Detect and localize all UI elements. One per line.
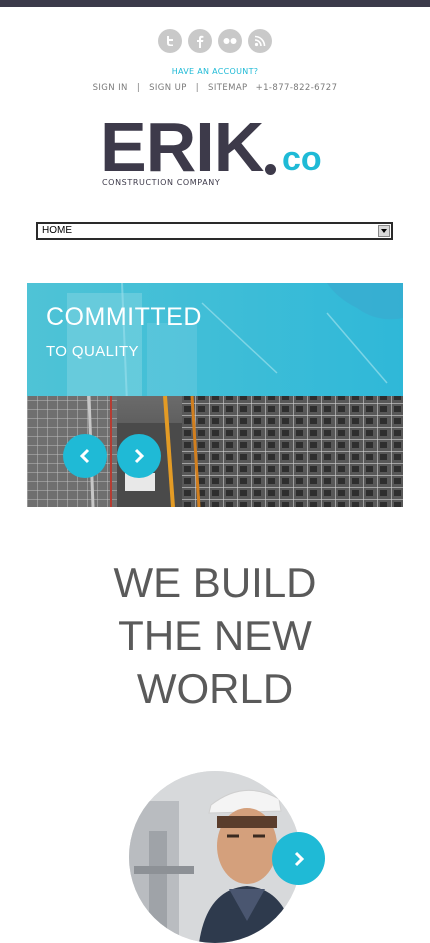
main-headline: WE BUILD THE NEW WORLD bbox=[0, 556, 430, 715]
hero-slider: COMMITTED TO QUALITY bbox=[27, 283, 403, 507]
have-account-link[interactable]: HAVE AN ACCOUNT? bbox=[0, 67, 430, 76]
facebook-icon[interactable] bbox=[188, 29, 212, 53]
nav-separator: | bbox=[195, 83, 200, 93]
slider-prev-button[interactable] bbox=[63, 434, 107, 478]
top-bar bbox=[0, 0, 430, 7]
navigation-select[interactable]: HOME bbox=[36, 222, 393, 240]
chevron-right-icon bbox=[294, 851, 304, 866]
worker-next-button[interactable] bbox=[272, 832, 325, 885]
logo-main-text: ERIK bbox=[100, 108, 264, 186]
phone-number: +1-877-822-6727 bbox=[255, 83, 338, 93]
logo-dot bbox=[265, 164, 276, 175]
headline-line-3: WORLD bbox=[136, 665, 294, 712]
flickr-icon[interactable] bbox=[218, 29, 242, 53]
headline-line-1: WE BUILD bbox=[113, 559, 317, 606]
slider-title: COMMITTED bbox=[46, 303, 202, 331]
headline-line-2: THE NEW bbox=[118, 612, 312, 659]
nav-separator: | bbox=[136, 83, 141, 93]
logo[interactable]: ERIK co CONSTRUCTION COMPANY bbox=[100, 112, 340, 192]
sitemap-link[interactable]: SITEMAP bbox=[208, 83, 248, 93]
chevron-right-icon bbox=[134, 448, 145, 464]
slider-next-button[interactable] bbox=[117, 434, 161, 478]
twitter-icon[interactable] bbox=[158, 29, 182, 53]
navigation-select-value: HOME bbox=[42, 225, 72, 236]
chevron-left-icon bbox=[79, 448, 90, 464]
logo-suffix: co bbox=[282, 140, 322, 178]
social-icons bbox=[0, 29, 430, 53]
slider-subtitle: TO QUALITY bbox=[46, 343, 139, 360]
sign-up-link[interactable]: SIGN UP bbox=[149, 83, 187, 93]
sign-in-link[interactable]: SIGN IN bbox=[93, 83, 128, 93]
top-nav: SIGN IN | SIGN UP | SITEMAP +1-877-822-6… bbox=[0, 83, 430, 93]
logo-tagline: CONSTRUCTION COMPANY bbox=[102, 178, 221, 187]
dropdown-arrow-icon[interactable] bbox=[378, 225, 390, 237]
rss-icon[interactable] bbox=[248, 29, 272, 53]
